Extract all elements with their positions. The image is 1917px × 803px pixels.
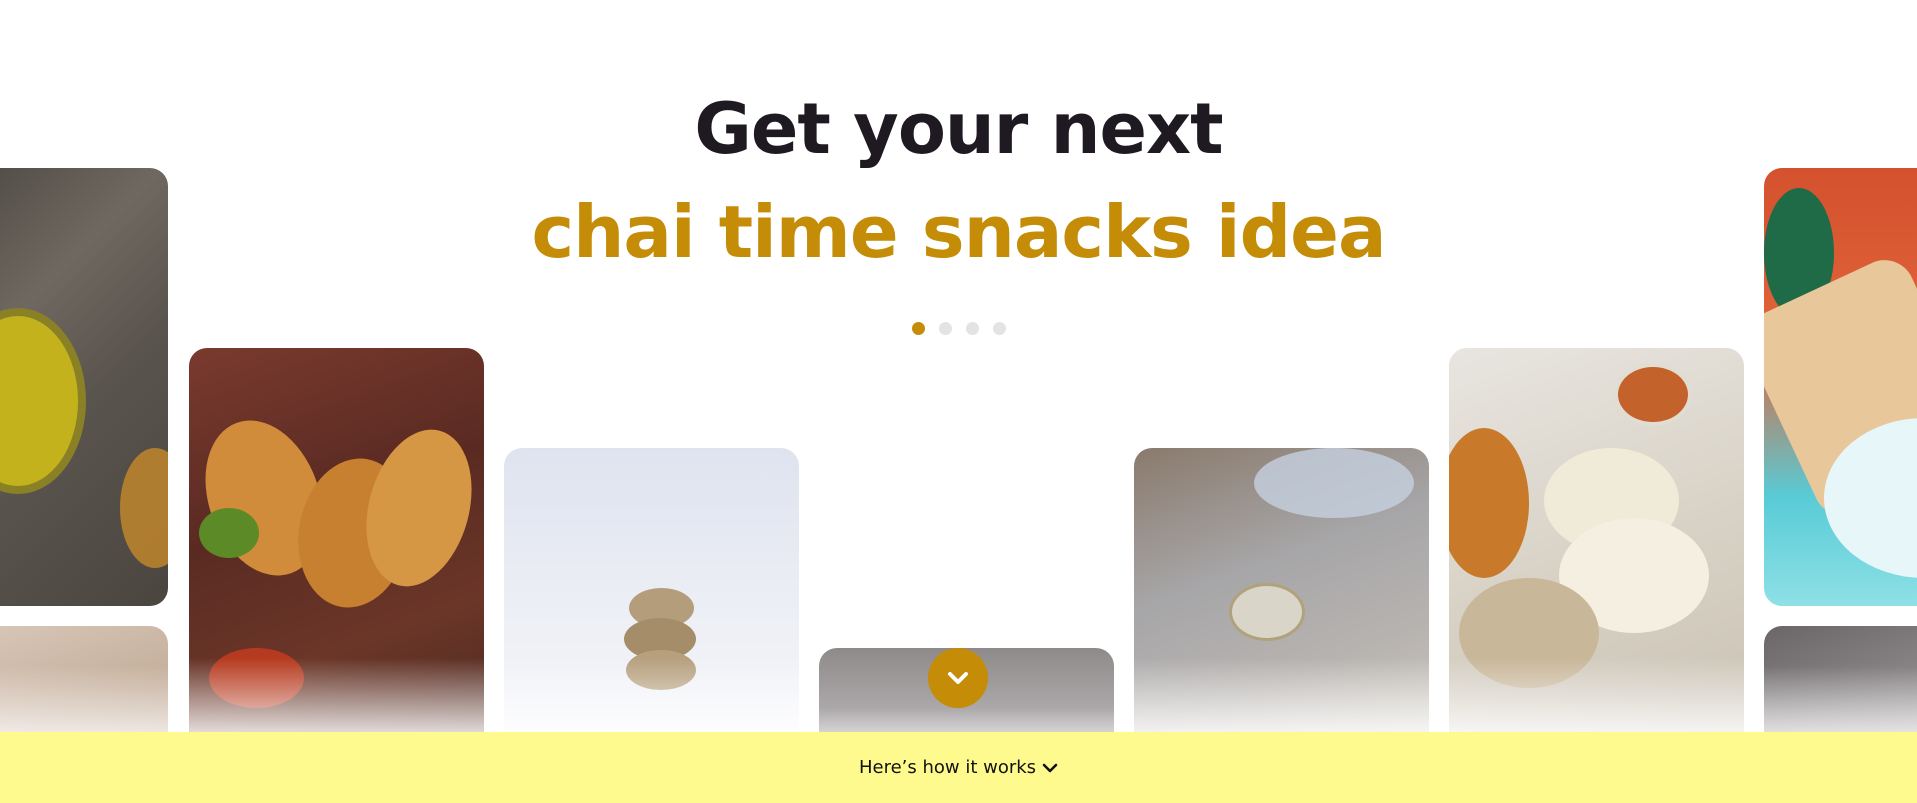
food-image-cookies — [504, 448, 799, 732]
how-it-works-link[interactable]: Here’s how it works — [859, 757, 1058, 778]
food-image-idli — [1449, 348, 1744, 732]
carousel-dot-4[interactable] — [992, 322, 1006, 335]
hero-title-line-1: Get your next — [694, 88, 1223, 170]
food-image-bread — [0, 626, 168, 732]
scroll-down-button[interactable] — [928, 648, 988, 708]
how-it-works-bar: Here’s how it works — [0, 732, 1917, 803]
hero-section: Get your next chai time snacks idea — [0, 0, 1917, 732]
carousel-indicators — [0, 322, 1917, 335]
carousel-dot-2[interactable] — [938, 322, 952, 335]
food-image-dessert — [1134, 448, 1429, 732]
chevron-down-icon — [1042, 763, 1058, 772]
carousel-dot-3[interactable] — [965, 322, 979, 335]
chevron-down-icon — [948, 672, 968, 684]
how-it-works-label: Here’s how it works — [858, 757, 1037, 778]
carousel-dot-1[interactable] — [911, 322, 925, 335]
food-image-fryer — [1764, 626, 1917, 732]
hero-title-line-2: chai time snacks idea — [531, 190, 1386, 274]
food-image-samosa — [189, 348, 484, 732]
